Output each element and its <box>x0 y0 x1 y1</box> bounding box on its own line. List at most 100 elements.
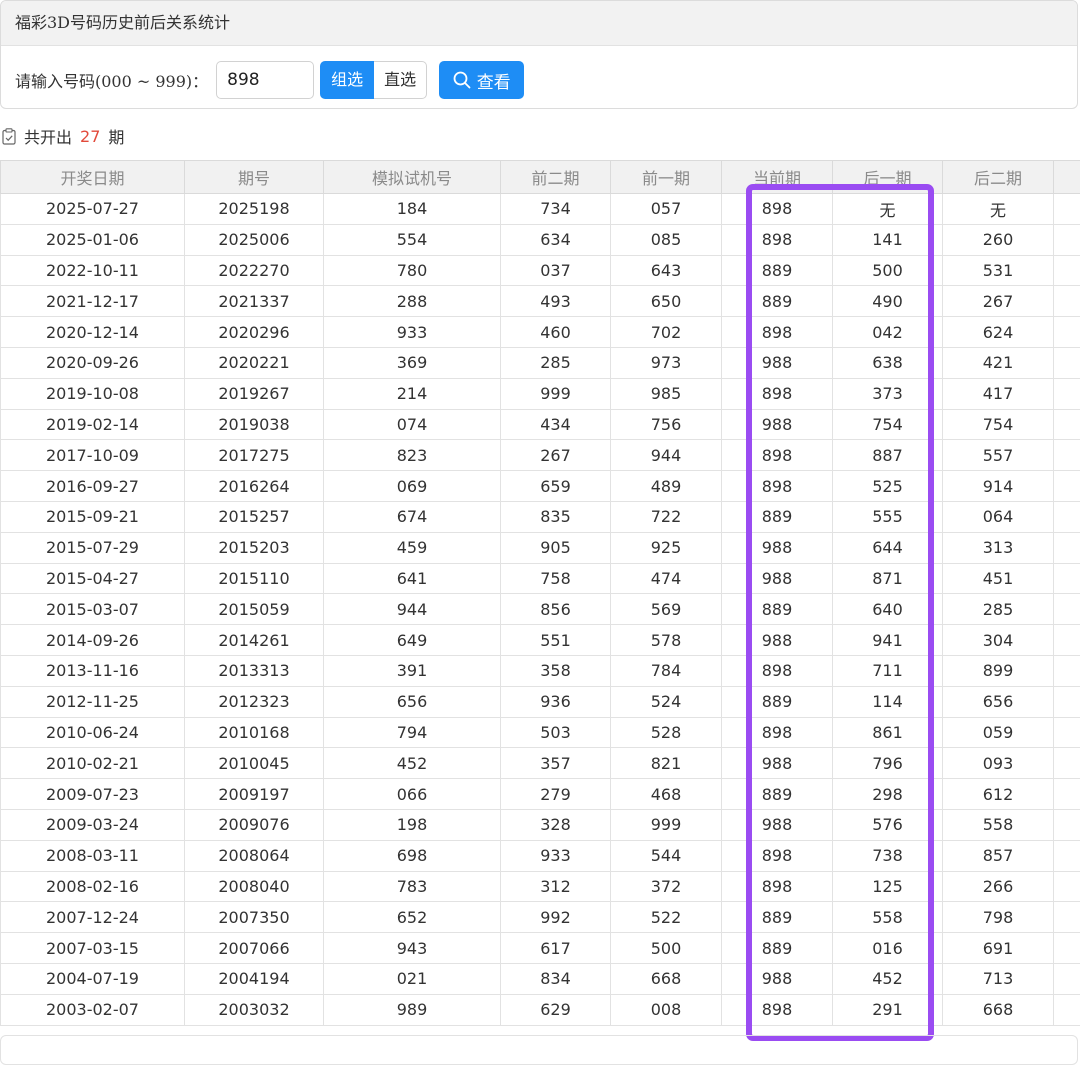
table-row: 2015-04-272015110641758474988871451 <box>1 563 1080 594</box>
cell-issue: 2012323 <box>185 686 324 717</box>
cell-current: 898 <box>722 317 833 348</box>
cell-next-2: 857 <box>943 840 1054 871</box>
table-row: 2004-07-192004194021834668988452713 <box>1 963 1080 994</box>
cell-prev-1: 500 <box>611 933 722 964</box>
cell-test-number: 554 <box>324 224 501 255</box>
summary-suffix: 期 <box>108 124 124 148</box>
result-summary: 共开出 27 期 <box>2 124 124 148</box>
cell-issue: 2008064 <box>185 840 324 871</box>
table-row: 2013-11-162013313391358784898711899 <box>1 655 1080 686</box>
cell-current: 898 <box>722 378 833 409</box>
cell-prev-2: 999 <box>501 378 611 409</box>
table-row: 2020-12-142020296933460702898042624 <box>1 317 1080 348</box>
cell-issue: 2025006 <box>185 224 324 255</box>
cell-extra <box>1054 779 1080 810</box>
cell-extra <box>1054 194 1080 225</box>
cell-test-number: 066 <box>324 779 501 810</box>
cell-current: 889 <box>722 933 833 964</box>
cell-current: 889 <box>722 286 833 317</box>
table-row: 2015-09-212015257674835722889555064 <box>1 501 1080 532</box>
cell-next-2: 421 <box>943 347 1054 378</box>
cell-draw-date: 2015-09-21 <box>1 501 185 532</box>
cell-current: 988 <box>722 809 833 840</box>
cell-draw-date: 2021-12-17 <box>1 286 185 317</box>
results-body: 2025-07-272025198184734057898无无2025-01-0… <box>1 194 1080 1026</box>
cell-issue: 2017275 <box>185 440 324 471</box>
cell-prev-1: 372 <box>611 871 722 902</box>
cell-issue: 2015203 <box>185 532 324 563</box>
col-header-prev-1[interactable]: 前一期 <box>611 161 722 194</box>
col-header-draw-date[interactable]: 开奖日期 <box>1 161 185 194</box>
cell-extra <box>1054 717 1080 748</box>
cell-extra <box>1054 378 1080 409</box>
cell-extra <box>1054 963 1080 994</box>
query-panel: 福彩3D号码历史前后关系统计 请输入号码(000 ~ 999)： 组选 直选 查… <box>0 0 1078 109</box>
cell-prev-2: 358 <box>501 655 611 686</box>
table-row: 2019-02-142019038074434756988754754 <box>1 409 1080 440</box>
direct-select-button[interactable]: 直选 <box>374 61 427 99</box>
table-row: 2008-03-112008064698933544898738857 <box>1 840 1080 871</box>
cell-prev-2: 551 <box>501 625 611 656</box>
query-form: 请输入号码(000 ~ 999)： 组选 直选 查看 <box>15 60 524 100</box>
cell-prev-2: 936 <box>501 686 611 717</box>
search-button-label: 查看 <box>477 68 511 93</box>
cell-prev-2: 279 <box>501 779 611 810</box>
cell-issue: 2020296 <box>185 317 324 348</box>
cell-test-number: 944 <box>324 594 501 625</box>
cell-next-2: 557 <box>943 440 1054 471</box>
number-input[interactable] <box>216 61 314 99</box>
cell-prev-1: 650 <box>611 286 722 317</box>
col-header-issue[interactable]: 期号 <box>185 161 324 194</box>
cell-prev-1: 489 <box>611 471 722 502</box>
cell-prev-2: 933 <box>501 840 611 871</box>
cell-prev-1: 722 <box>611 501 722 532</box>
col-header-extra <box>1054 161 1080 194</box>
result-count: 27 <box>80 127 100 146</box>
cell-draw-date: 2019-10-08 <box>1 378 185 409</box>
cell-next-2: 612 <box>943 779 1054 810</box>
cell-issue: 2007350 <box>185 902 324 933</box>
cell-current: 898 <box>722 994 833 1025</box>
cell-test-number: 674 <box>324 501 501 532</box>
cell-draw-date: 2014-09-26 <box>1 625 185 656</box>
cell-next-2: 093 <box>943 748 1054 779</box>
cell-next-1: 490 <box>833 286 943 317</box>
cell-prev-1: 468 <box>611 779 722 810</box>
cell-extra <box>1054 902 1080 933</box>
number-input-label: 请输入号码(000 ~ 999)： <box>15 68 208 92</box>
cell-next-2: 558 <box>943 809 1054 840</box>
cell-prev-2: 835 <box>501 501 611 532</box>
cell-prev-1: 522 <box>611 902 722 933</box>
cell-draw-date: 2012-11-25 <box>1 686 185 717</box>
cell-issue: 2003032 <box>185 994 324 1025</box>
panel-title: 福彩3D号码历史前后关系统计 <box>1 1 1077 46</box>
cell-next-2: 260 <box>943 224 1054 255</box>
cell-draw-date: 2008-02-16 <box>1 871 185 902</box>
results-table: 开奖日期 期号 模拟试机号 前二期 前一期 当前期 后一期 后二期 2025-0… <box>0 160 1080 1026</box>
search-button[interactable]: 查看 <box>439 61 524 99</box>
cell-next-1: 016 <box>833 933 943 964</box>
cell-test-number: 641 <box>324 563 501 594</box>
cell-test-number: 783 <box>324 871 501 902</box>
cell-extra <box>1054 501 1080 532</box>
cell-next-1: 738 <box>833 840 943 871</box>
col-header-next-2[interactable]: 后二期 <box>943 161 1054 194</box>
cell-next-2: 691 <box>943 933 1054 964</box>
cell-draw-date: 2017-10-09 <box>1 440 185 471</box>
cell-prev-2: 493 <box>501 286 611 317</box>
col-header-next-1[interactable]: 后一期 <box>833 161 943 194</box>
cell-current: 898 <box>722 871 833 902</box>
cell-prev-1: 524 <box>611 686 722 717</box>
cell-test-number: 794 <box>324 717 501 748</box>
cell-test-number: 656 <box>324 686 501 717</box>
cell-prev-1: 821 <box>611 748 722 779</box>
col-header-current[interactable]: 当前期 <box>722 161 833 194</box>
col-header-test-number[interactable]: 模拟试机号 <box>324 161 501 194</box>
cell-next-1: 373 <box>833 378 943 409</box>
cell-prev-2: 267 <box>501 440 611 471</box>
cell-extra <box>1054 625 1080 656</box>
cell-next-1: 644 <box>833 532 943 563</box>
table-row: 2010-02-212010045452357821988796093 <box>1 748 1080 779</box>
col-header-prev-2[interactable]: 前二期 <box>501 161 611 194</box>
group-select-button[interactable]: 组选 <box>320 61 374 99</box>
